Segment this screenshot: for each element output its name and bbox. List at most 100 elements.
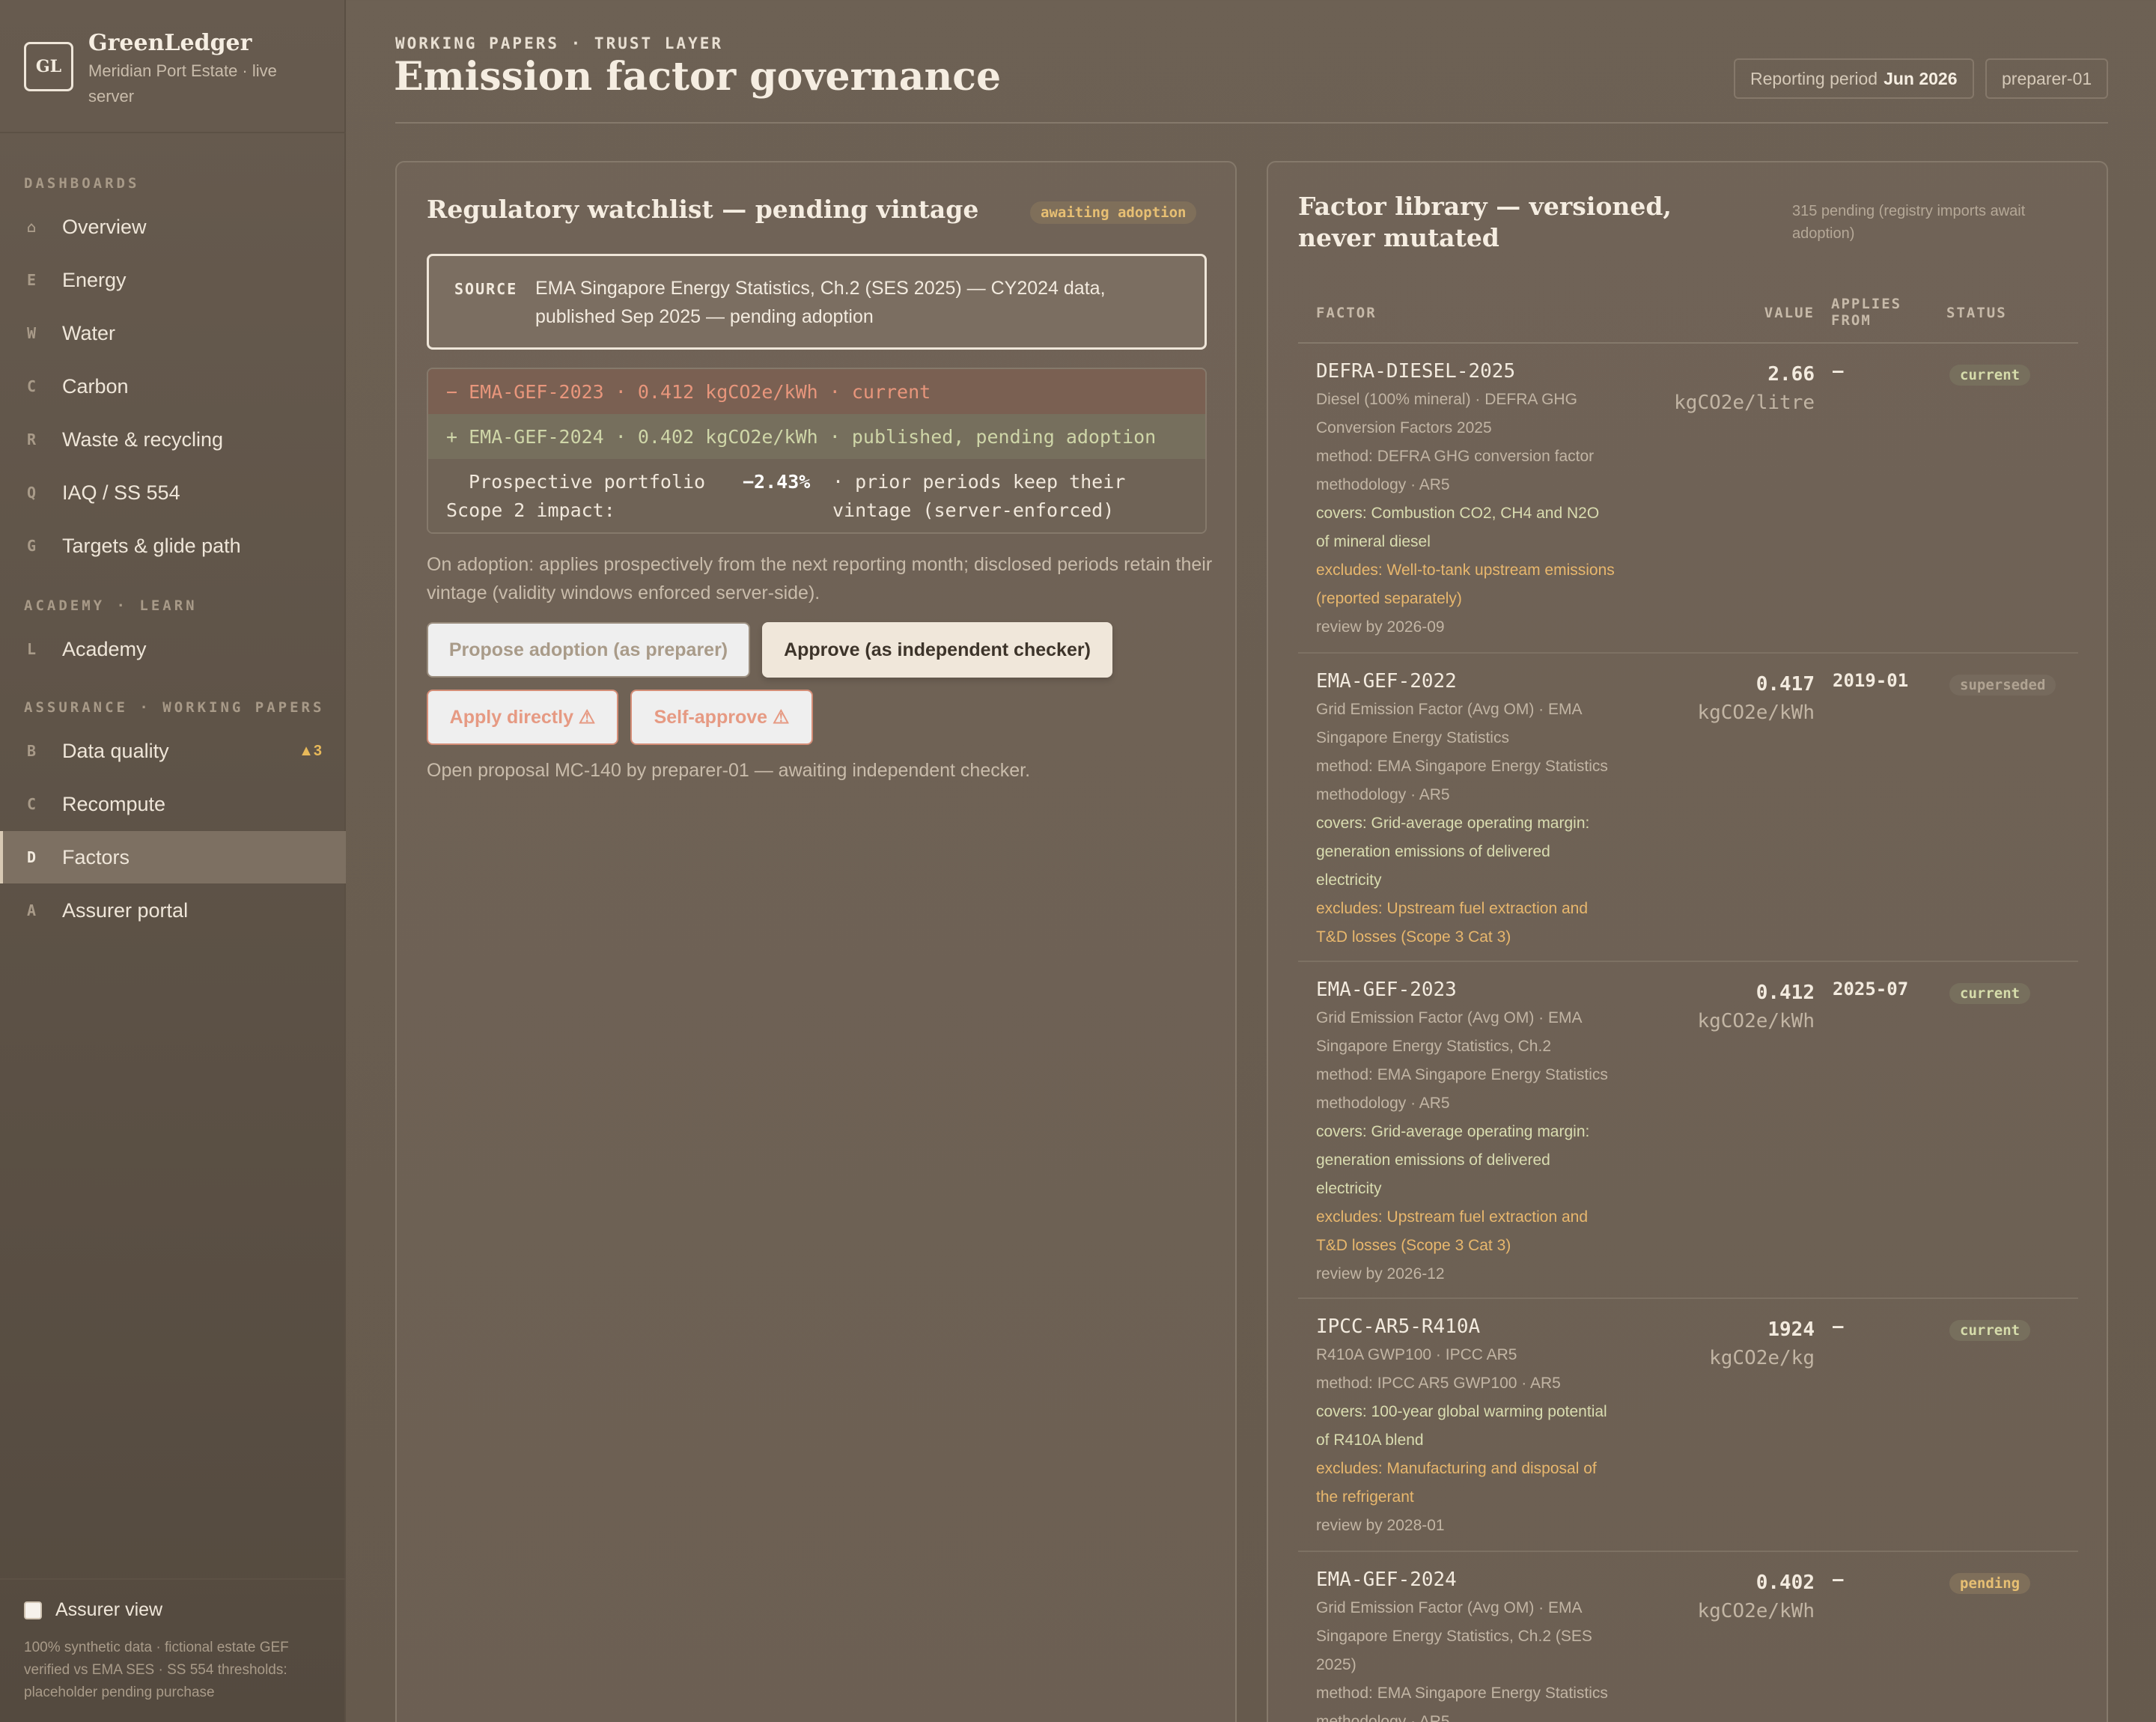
factor-value-unit: kgCO2e/litre: [1674, 392, 1815, 414]
diff-impact: Prospective portfolio Scope 2 impact: −2…: [428, 459, 1205, 532]
factor-value-unit: kgCO2e/kWh: [1697, 1010, 1815, 1032]
factor-applies-from: —: [1833, 360, 1844, 381]
page-title: Emission factor governance: [394, 54, 1002, 100]
factor-id: EMA-GEF-2022: [1316, 670, 1457, 693]
sidebar-item-label: Data quality: [62, 739, 169, 762]
sidebar-item-key: C: [27, 377, 37, 395]
diff-added-line: + EMA-GEF-2024 · 0.402 kgCO2e/kWh · publ…: [428, 414, 1205, 459]
source-label: SOURCE: [454, 280, 518, 298]
source-box: SOURCE EMA Singapore Energy Statistics, …: [427, 254, 1207, 350]
sidebar-item-water[interactable]: W Water: [0, 307, 346, 359]
status-badge: current: [1949, 1320, 2031, 1341]
factor-id: EMA-GEF-2023: [1316, 979, 1457, 1001]
pending-imports-note: 315 pending (registry imports await adop…: [1792, 203, 2026, 242]
table-row[interactable]: EMA-GEF-2023 Grid Emission Factor (Avg O…: [1298, 962, 2078, 1299]
factor-value-unit: kgCO2e/kWh: [1697, 1600, 1815, 1622]
awaiting-adoption-badge: awaiting adoption: [1030, 201, 1197, 224]
sidebar-item-data-quality[interactable]: B Data quality ▲3: [0, 725, 346, 777]
sidebar-item-key: Q: [27, 484, 37, 502]
assurer-view-label: Assurer view: [55, 1599, 163, 1620]
factor-covers: covers: Grid-average operating margin: g…: [1316, 815, 1590, 889]
watchlist-panel: Regulatory watchlist — pending vintage a…: [395, 161, 1237, 1722]
factor-method: method: EMA Singapore Energy Statistics …: [1316, 1066, 1608, 1112]
sidebar-item-key: C: [27, 795, 37, 813]
factor-value-unit: kgCO2e/kWh: [1697, 702, 1815, 724]
sidebar-item-iaq[interactable]: Q IAQ / SS 554: [0, 466, 346, 519]
approve-button[interactable]: Approve (as independent checker): [762, 622, 1112, 678]
factor-value: 1924 kgCO2e/kg: [1523, 1315, 1815, 1372]
table-row[interactable]: EMA-GEF-2024 Grid Emission Factor (Avg O…: [1298, 1552, 2078, 1722]
sidebar-item-overview[interactable]: ⌂ Overview: [0, 201, 346, 253]
factor-value: 0.402 kgCO2e/kWh: [1523, 1569, 1815, 1625]
impact-note: · prior periods keep their vintage (serv…: [832, 471, 1126, 521]
impact-value: −2.43%: [743, 471, 811, 493]
table-row[interactable]: DEFRA-DIESEL-2025 Diesel (100% mineral) …: [1298, 344, 2078, 654]
factor-method: method: EMA Singapore Energy Statistics …: [1316, 758, 1608, 803]
factor-value-number: 1924: [1767, 1318, 1815, 1341]
sidebar-item-label: Recompute: [62, 792, 166, 815]
sidebar-item-carbon[interactable]: C Carbon: [0, 360, 346, 413]
sidebar-item-recompute[interactable]: C Recompute: [0, 778, 346, 830]
sidebar-item-assurer-portal[interactable]: A Assurer portal: [0, 884, 346, 937]
sidebar-item-targets[interactable]: G Targets & glide path: [0, 520, 346, 572]
factor-library-panel: Factor library — versioned, never mutate…: [1267, 161, 2108, 1722]
user-chip[interactable]: preparer-01: [1985, 58, 2109, 99]
user-name: preparer-01: [2002, 68, 2092, 88]
status-badge: current: [1949, 983, 2031, 1004]
factor-excludes: excludes: Manufacturing and disposal of …: [1316, 1460, 1597, 1506]
factor-review: review by 2026-09: [1316, 618, 1445, 636]
factor-applies-from: 2025-07: [1833, 979, 1909, 1000]
sidebar-item-academy[interactable]: L Academy: [0, 623, 346, 675]
factor-applies-from: 2019-01: [1833, 670, 1909, 691]
sidebar-item-label: Targets & glide path: [62, 534, 241, 557]
assurer-view-checkbox[interactable]: [24, 1601, 42, 1619]
sidebar-item-key: W: [27, 324, 37, 342]
column-header-factor: FACTOR: [1316, 305, 1377, 321]
factor-covers: covers: Grid-average operating margin: g…: [1316, 1123, 1590, 1197]
home-icon: ⌂: [27, 218, 37, 236]
sidebar-item-label: Academy: [62, 637, 147, 660]
column-header-status: STATUS: [1946, 305, 2007, 321]
propose-adoption-button[interactable]: Propose adoption (as preparer): [427, 622, 750, 678]
brand-name: GreenLedger: [88, 30, 252, 56]
diff-removed-line: − EMA-GEF-2023 · 0.412 kgCO2e/kWh · curr…: [428, 369, 1205, 414]
table-row[interactable]: IPCC-AR5-R410A R410A GWP100 · IPCC AR5 m…: [1298, 1299, 2078, 1552]
source-text: EMA Singapore Energy Statistics, Ch.2 (S…: [535, 278, 1106, 327]
factor-value: 2.66 kgCO2e/litre: [1523, 360, 1815, 417]
factor-covers: covers: 100-year global warming potentia…: [1316, 1403, 1607, 1449]
self-approve-button[interactable]: Self-approve ⚠: [630, 690, 813, 745]
sidebar-item-label: IAQ / SS 554: [62, 481, 180, 504]
assurer-view-toggle[interactable]: Assurer view: [24, 1599, 162, 1621]
sidebar-item-factors[interactable]: D Factors: [0, 831, 346, 883]
factor-review: review by 2028-01: [1316, 1517, 1445, 1534]
table-row[interactable]: EMA-GEF-2022 Grid Emission Factor (Avg O…: [1298, 654, 2078, 962]
adoption-note: On adoption: applies prospectively from …: [427, 554, 1213, 603]
factor-excludes: excludes: Upstream fuel extraction and T…: [1316, 900, 1589, 946]
sidebar-item-energy[interactable]: E Energy: [0, 254, 346, 306]
column-header-value: VALUE: [1764, 305, 1815, 321]
status-badge: superseded: [1949, 675, 2056, 696]
open-proposal-status: Open proposal MC-140 by preparer-01 — aw…: [427, 760, 1031, 781]
factor-applies-from: —: [1833, 1315, 1844, 1336]
factor-method: method: DEFRA GHG conversion factor meth…: [1316, 448, 1595, 493]
factor-applies-from: —: [1833, 1569, 1844, 1589]
brand-subtitle: Meridian Port Estate · live server: [88, 61, 277, 106]
sidebar-item-label: Energy: [62, 268, 127, 291]
factor-diff: − EMA-GEF-2023 · 0.412 kgCO2e/kWh · curr…: [427, 368, 1207, 534]
sidebar-item-label: Carbon: [62, 374, 129, 398]
sidebar-item-waste[interactable]: R Waste & recycling: [0, 413, 346, 466]
sidebar-item-key: R: [27, 431, 37, 448]
brand: GL GreenLedger Meridian Port Estate · li…: [24, 30, 323, 108]
apply-directly-button[interactable]: Apply directly ⚠: [427, 690, 618, 745]
nav-section-academy: ACADEMY · LEARN: [24, 597, 198, 614]
factor-excludes: excludes: Well-to-tank upstream emission…: [1316, 562, 1615, 607]
status-badge: pending: [1949, 1573, 2031, 1594]
sidebar: GL GreenLedger Meridian Port Estate · li…: [0, 0, 346, 1722]
factor-value: 0.417 kgCO2e/kWh: [1523, 670, 1815, 727]
sidebar-item-key: E: [27, 271, 37, 289]
factor-id: IPCC-AR5-R410A: [1316, 1315, 1481, 1338]
sidebar-item-label: Waste & recycling: [62, 428, 224, 451]
factor-details: Grid Emission Factor (Avg OM) · EMA Sing…: [1316, 1004, 1616, 1289]
watchlist-title: Regulatory watchlist — pending vintage: [427, 195, 979, 224]
reporting-period-chip[interactable]: Reporting period Jun 2026: [1734, 58, 1974, 99]
